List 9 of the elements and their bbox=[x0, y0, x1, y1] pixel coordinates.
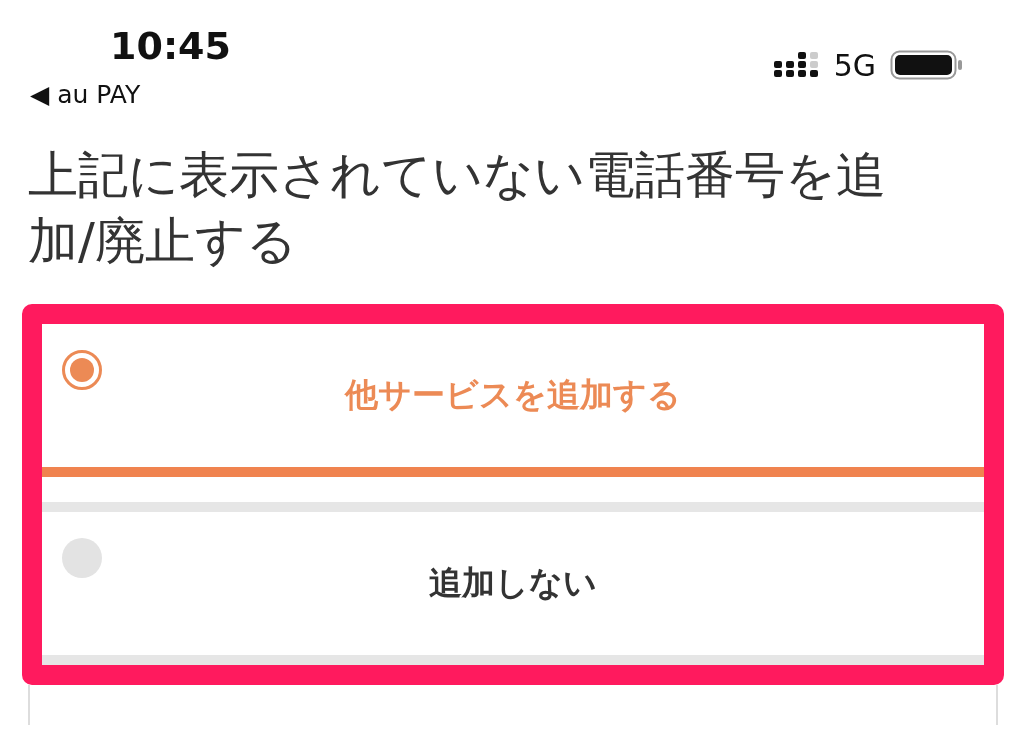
clock-time: 10:45 bbox=[110, 24, 231, 68]
section-heading: 上記に表示されていない電話番号を追加/廃止する bbox=[28, 145, 887, 272]
signal-icon bbox=[773, 52, 820, 78]
radio-option[interactable]: 追加しない bbox=[42, 502, 984, 665]
radio-icon[interactable] bbox=[62, 350, 102, 390]
battery-icon bbox=[890, 50, 964, 80]
radio-icon[interactable] bbox=[62, 538, 102, 578]
network-label: 5G bbox=[833, 47, 876, 83]
back-link[interactable]: ◀ au PAY bbox=[30, 80, 231, 109]
